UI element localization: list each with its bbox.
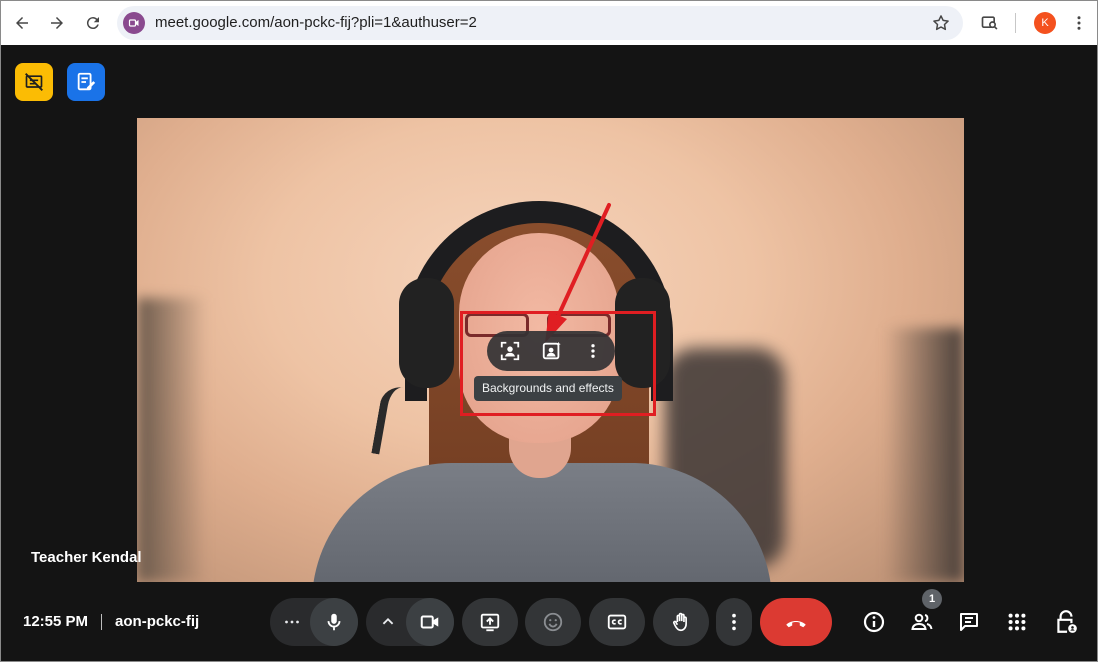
people-count-badge: 1: [922, 589, 942, 609]
self-video-tile[interactable]: Backgrounds and effects: [137, 118, 964, 582]
closed-captions-icon: [607, 614, 627, 630]
browser-toolbar: meet.google.com/aon-pckc-fij?pli=1&authu…: [1, 1, 1097, 45]
meeting-details: 12:55 PM aon-pckc-fij: [23, 613, 199, 630]
browser-menu-icon[interactable]: [1068, 12, 1090, 34]
lock-person-icon: [1057, 610, 1077, 633]
hang-up-icon: [786, 621, 806, 628]
present-screen-button[interactable]: [462, 598, 518, 646]
screen: meet.google.com/aon-pckc-fij?pli=1&authu…: [0, 0, 1098, 662]
meeting-details-button[interactable]: [861, 609, 887, 635]
audio-settings-button[interactable]: [270, 598, 314, 646]
microphone-button[interactable]: [310, 598, 358, 646]
people-button[interactable]: [909, 609, 935, 635]
vertical-dots-icon: [732, 613, 736, 631]
back-button[interactable]: [9, 10, 35, 36]
camera-icon: [420, 615, 439, 629]
more-options-button[interactable]: [716, 598, 752, 646]
annotation-arrow: [545, 203, 611, 343]
people-icon: [911, 613, 933, 630]
reload-button[interactable]: [80, 10, 106, 36]
reactions-button[interactable]: [525, 598, 581, 646]
reload-icon: [86, 17, 99, 30]
url-text[interactable]: meet.google.com/aon-pckc-fij?pli=1&authu…: [155, 14, 477, 31]
backgrounds-effects-tooltip: Backgrounds and effects: [474, 376, 622, 401]
meeting-info-divider: [101, 613, 103, 630]
backgrounds-effects-icon[interactable]: [538, 337, 566, 365]
address-bar[interactable]: meet.google.com/aon-pckc-fij?pli=1&authu…: [117, 6, 963, 40]
apps-grid-icon: [1008, 613, 1026, 631]
tab-search-icon[interactable]: [979, 12, 1001, 34]
notes-edit-icon[interactable]: [67, 63, 105, 101]
framing-icon[interactable]: [496, 337, 524, 365]
participant-name: Teacher Kendal: [31, 549, 142, 566]
ellipsis-icon: [285, 620, 299, 624]
video-settings-button[interactable]: [366, 598, 410, 646]
back-arrow-icon: [16, 17, 28, 29]
raise-hand-button[interactable]: [653, 598, 709, 646]
background-blur-right: [884, 328, 964, 582]
profile-avatar[interactable]: K: [1034, 12, 1056, 34]
slides-off-icon[interactable]: [15, 63, 53, 101]
self-view-menu: [487, 331, 615, 371]
emoji-icon: [543, 612, 563, 632]
activities-button[interactable]: [1004, 609, 1030, 635]
chevron-up-icon: [382, 617, 394, 625]
forward-arrow-icon: [51, 17, 63, 29]
more-options-icon[interactable]: [579, 337, 607, 365]
meet-stage: Backgrounds and effects Teacher Kendal 1…: [1, 45, 1097, 661]
toolbar-divider: [1015, 13, 1016, 33]
camera-button[interactable]: [406, 598, 454, 646]
host-controls-button[interactable]: [1053, 609, 1079, 635]
meeting-time: 12:55 PM: [23, 613, 89, 630]
chat-button[interactable]: [956, 609, 982, 635]
raise-hand-icon: [673, 612, 687, 632]
present-screen-icon: [480, 613, 500, 632]
headset-mic-boom: [371, 384, 433, 462]
meet-site-icon: [123, 12, 145, 34]
bookmark-star-icon[interactable]: [931, 13, 951, 33]
forward-button[interactable]: [44, 10, 70, 36]
info-icon: [863, 611, 885, 633]
microphone-icon: [327, 613, 341, 631]
headset-earcup-left: [399, 278, 454, 388]
background-blur-left: [137, 298, 207, 582]
captions-button[interactable]: [589, 598, 645, 646]
meeting-code: aon-pckc-fij: [115, 613, 200, 630]
chat-icon: [960, 613, 978, 631]
leave-call-button[interactable]: [760, 598, 832, 646]
